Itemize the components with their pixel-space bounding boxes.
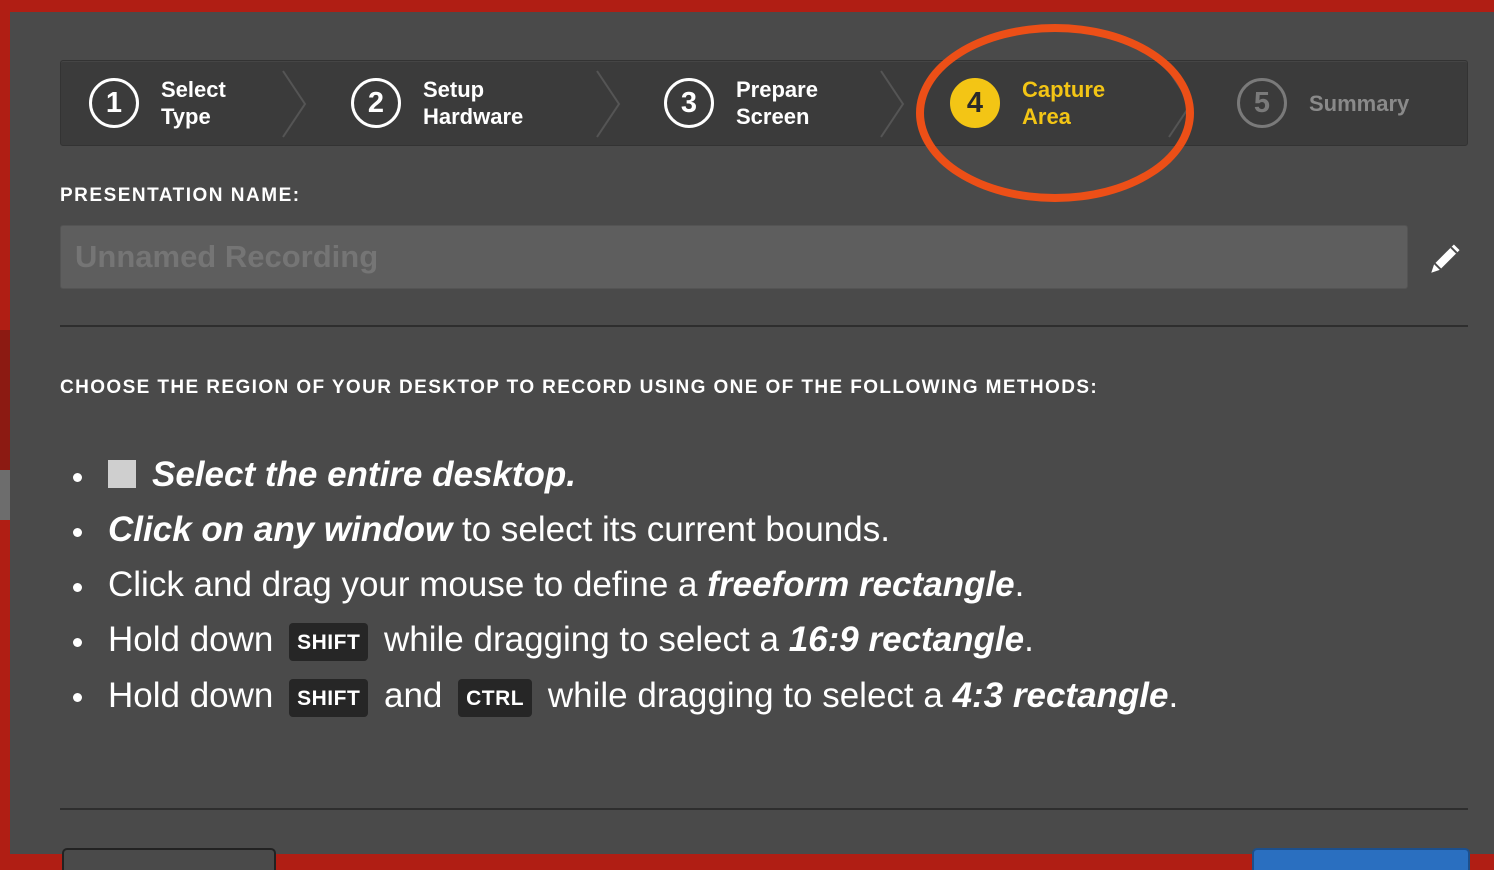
method-text: while dragging to select a: [374, 620, 789, 659]
method-emphasis: Click on any window: [108, 510, 453, 549]
method-text: while dragging to select a: [538, 676, 953, 715]
step-label-line: Summary: [1309, 90, 1410, 116]
step-label-line: Type: [161, 104, 211, 129]
step-label-line: Screen: [736, 104, 810, 129]
list-item: Hold down SHIFT and CTRL while dragging …: [72, 667, 1179, 725]
step-select-type[interactable]: 1 Select Type: [89, 61, 226, 145]
method-text: Hold down: [108, 620, 284, 659]
shift-key-badge: SHIFT: [289, 678, 369, 717]
method-text: and: [374, 676, 453, 715]
presentation-name-label: PRESENTATION NAME:: [60, 185, 301, 206]
divider: [60, 325, 1468, 327]
method-text: to select its current bounds.: [452, 510, 890, 549]
capture-wizard-panel: 1 Select Type 2 Setup Hardware 3 Prepare…: [10, 12, 1494, 870]
method-text: Hold down: [108, 676, 284, 715]
method-text: Select the entire desktop.: [152, 455, 577, 494]
shift-key-badge: SHIFT: [289, 622, 369, 661]
background-window-edge: [0, 0, 10, 854]
step-number: 2: [351, 78, 401, 128]
pencil-icon[interactable]: [1424, 240, 1464, 280]
divider: [60, 808, 1468, 810]
method-text: .: [1024, 620, 1034, 659]
list-item: Hold down SHIFT while dragging to select…: [72, 612, 1178, 667]
method-emphasis: freeform rectangle: [707, 565, 1015, 604]
method-text: .: [1168, 676, 1179, 715]
wizard-stepper: 1 Select Type 2 Setup Hardware 3 Prepare…: [60, 60, 1468, 146]
chevron-right-icon: [596, 70, 621, 138]
step-setup-hardware[interactable]: 2 Setup Hardware: [351, 61, 523, 145]
step-label-line: Setup: [423, 77, 485, 102]
step-prepare-screen[interactable]: 3 Prepare Screen: [664, 61, 818, 145]
step-number: 1: [89, 78, 139, 128]
method-emphasis: 16:9 rectangle: [788, 620, 1025, 659]
step-label-line: Select: [161, 77, 226, 102]
step-number: 5: [1237, 78, 1287, 128]
step-label: Summary: [1309, 90, 1409, 117]
chevron-right-icon: [282, 70, 307, 138]
square-icon: [108, 460, 136, 488]
step-label-line: Hardware: [423, 104, 524, 129]
chevron-right-icon: [880, 70, 905, 138]
step-summary[interactable]: 5 Summary: [1237, 61, 1409, 145]
presentation-name-input[interactable]: [60, 225, 1408, 289]
method-text: .: [1014, 565, 1025, 604]
method-emphasis: 4:3 rectangle: [952, 676, 1169, 715]
list-item: Click on any window to select its curren…: [72, 502, 1178, 557]
methods-heading: CHOOSE THE REGION OF YOUR DESKTOP TO REC…: [60, 377, 1099, 398]
method-text: Click and drag your mouse to define a: [108, 565, 708, 604]
next-button[interactable]: [1252, 848, 1470, 870]
list-item: Click and drag your mouse to define a fr…: [72, 557, 1178, 612]
step-label: Setup Hardware: [423, 76, 523, 130]
step-label-line: Prepare: [736, 77, 818, 102]
list-item: Select the entire desktop.: [72, 447, 1178, 502]
back-button[interactable]: [62, 848, 276, 870]
capture-methods-list: Select the entire desktop. Click on any …: [72, 447, 1179, 725]
highlight-annotation-circle: [916, 24, 1194, 202]
step-label: Select Type: [161, 76, 226, 130]
step-label: Prepare Screen: [736, 76, 818, 130]
ctrl-key-badge: CTRL: [458, 678, 533, 717]
step-number: 3: [664, 78, 714, 128]
